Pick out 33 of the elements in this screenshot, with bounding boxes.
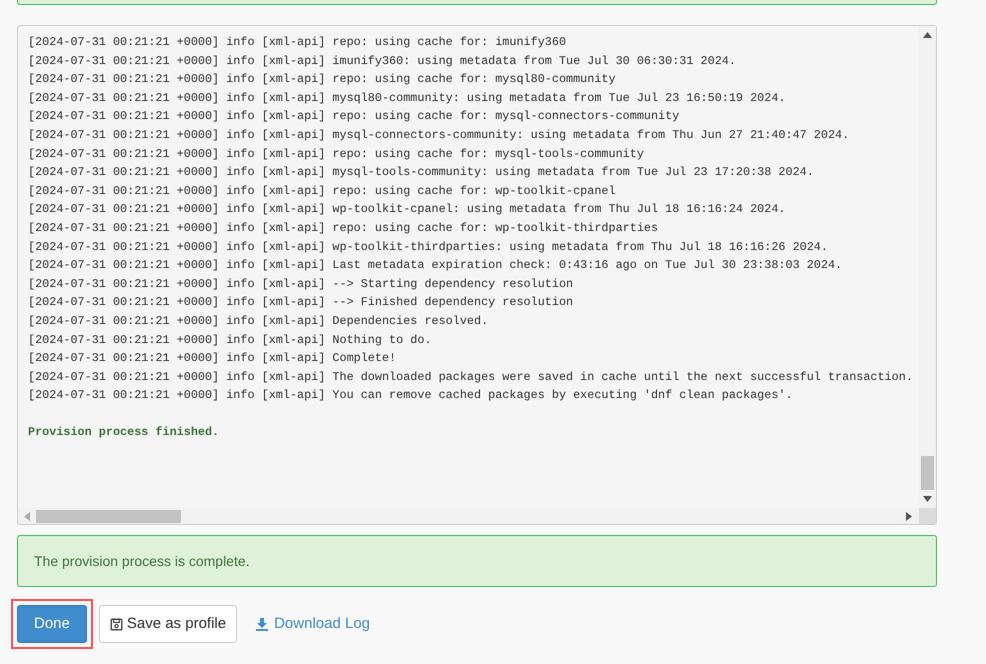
scroll-left-icon[interactable] (24, 512, 30, 520)
log-line: [2024-07-31 00:21:21 +0000] info [xml-api] repo: using cache for: mysql80-community (28, 71, 616, 88)
log-line: [2024-07-31 00:21:21 +0000] info [xml-api] repo: using cache for: mysql-tools-community (28, 146, 644, 163)
log-line: [2024-07-31 00:21:21 +0000] info [xml-api] --> Finished dependency resolution (28, 294, 574, 312)
download-icon (255, 617, 270, 631)
log-line: [2024-07-31 00:21:21 +0000] info [xml-api] repo: using cache for: imunify360 (28, 34, 566, 51)
save-profile-button[interactable]: Save as profile (98, 605, 238, 643)
log-line: [2024-07-31 00:21:21 +0000] info [xml-api] mysql-connectors-community: using metadata from Thu Jun 27 21:40:47 2024. (28, 126, 850, 144)
scrollbar-corner (919, 508, 936, 524)
log-line: [2024-07-31 00:21:21 +0000] info [xml-api] wp-toolkit-thirdparties: using metadata from Thu Jul 18 16:16:26 2024. (28, 238, 828, 256)
log-line: [2024-07-31 00:21:21 +0000] info [xml-api] Complete! (28, 350, 396, 368)
log-line: [2024-07-31 00:21:21 +0000] info [xml-api] imunify360: using metadata from Tue Jul 30 06:30:31 2024. (28, 52, 736, 70)
log-line: [2024-07-31 00:21:21 +0000] info [xml-api] --> Starting dependency resolution (28, 276, 574, 293)
finished-message: Provision process finished. (28, 424, 220, 442)
log-line: [2024-07-31 00:21:21 +0000] info [xml-api] mysql80-community: using metadata from Tue Jul 23 16:50:19 2024. (28, 90, 786, 107)
log-line: [2024-07-31 00:21:21 +0000] info [xml-api] mysql-tools-community: using metadata from Tue Jul 23 17:20:38 2024. (28, 164, 814, 182)
log-line: [2024-07-31 00:21:21 +0000] info [xml-api] Last metadata expiration check: 0:43:16 ago on Tue Jul 30 23:38:03 2024. (28, 257, 842, 274)
scrollbar-thumb[interactable] (36, 510, 181, 522)
log-line: [2024-07-31 00:21:21 +0000] info [xml-api] The downloaded packages were saved in cache until the next successful transaction. (28, 368, 913, 386)
success-alert: The provision process is complete. (17, 535, 937, 587)
scrollbar-thumb[interactable] (921, 456, 934, 490)
log-line: [2024-07-31 00:21:21 +0000] info [xml-api] repo: using cache for: wp-toolkit-thirdparties (28, 220, 658, 237)
scroll-down-icon[interactable] (923, 496, 932, 502)
log-line: [2024-07-31 00:21:21 +0000] info [xml-api] wp-toolkit-cpanel: using metadata from Thu Jul 18 16:16:24 2024. (28, 201, 786, 218)
log-line: [2024-07-31 00:21:21 +0000] info [xml-api] repo: using cache for: mysql-connectors-community (28, 108, 680, 126)
download-log-link[interactable]: Download Log (243, 605, 382, 643)
scroll-right-icon[interactable] (906, 512, 912, 520)
log-line: [2024-07-31 00:21:21 +0000] info [xml-api] You can remove cached packages by executing 'dnf clean packages'. (28, 387, 793, 404)
scroll-up-icon[interactable] (923, 32, 932, 38)
done-button[interactable]: Done (17, 605, 87, 643)
log-line: [2024-07-31 00:21:21 +0000] info [xml-api] repo: using cache for: wp-toolkit-cpanel (28, 182, 616, 200)
log-line: [2024-07-31 00:21:21 +0000] info [xml-api] Dependencies resolved. (28, 312, 488, 330)
log-line: [2024-07-31 00:21:21 +0000] info [xml-api] Nothing to do. (28, 332, 432, 348)
